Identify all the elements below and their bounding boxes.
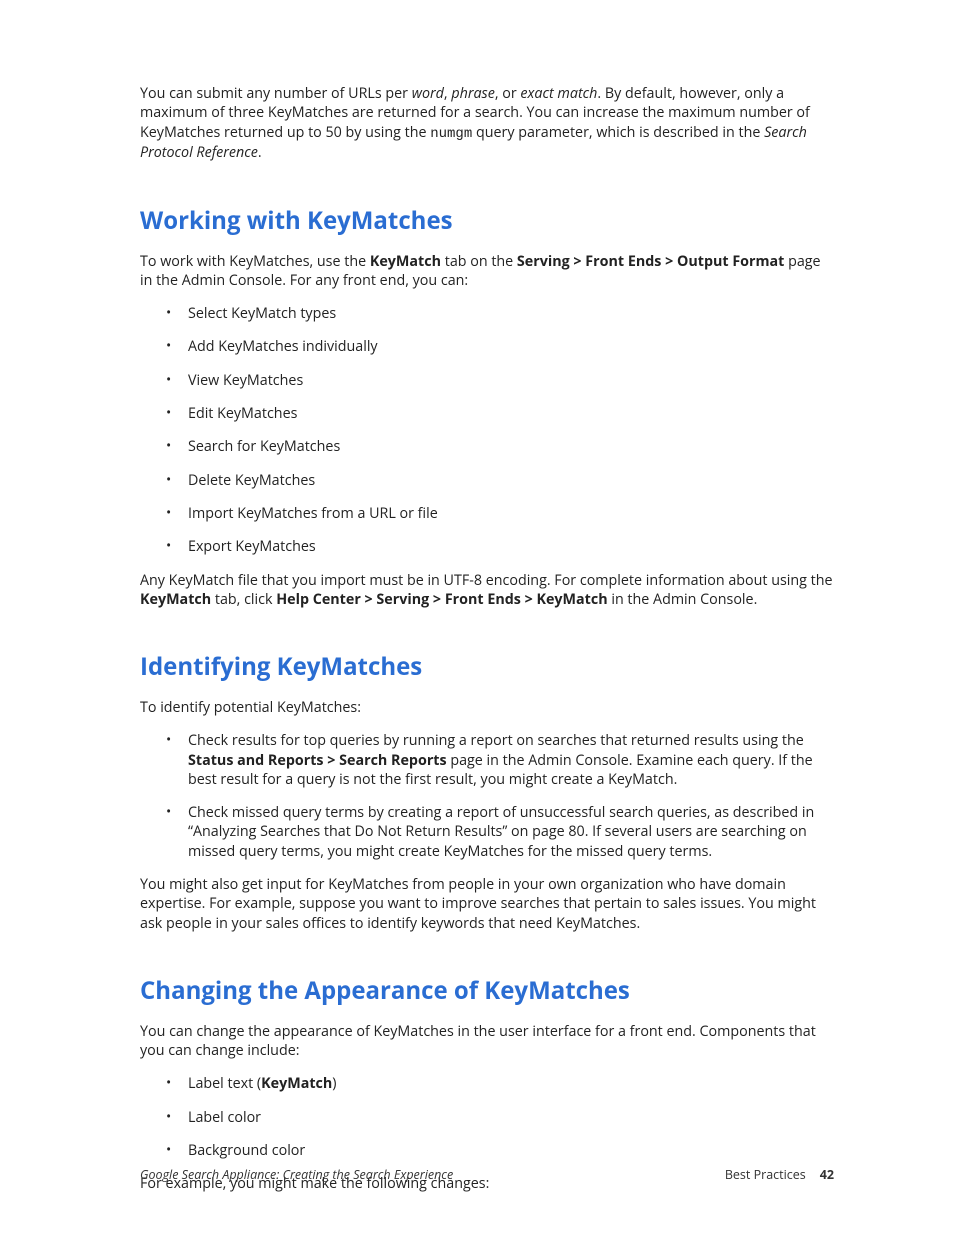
list-item: Export KeyMatches: [166, 537, 834, 556]
text: query parameter, which is described in t…: [472, 123, 764, 142]
working-note-paragraph: Any KeyMatch file that you import must b…: [140, 571, 834, 610]
text: ): [332, 1074, 336, 1093]
identifying-bullet-list: Check results for top queries by running…: [140, 731, 834, 861]
heading-working-with-keymatches: Working with KeyMatches: [140, 207, 834, 236]
footer-doc-title: Google Search Appliance: Creating the Se…: [140, 1166, 453, 1183]
identifying-note-paragraph: You might also get input for KeyMatches …: [140, 875, 834, 933]
heading-changing-appearance: Changing the Appearance of KeyMatches: [140, 977, 834, 1006]
list-item: Import KeyMatches from a URL or file: [166, 504, 834, 523]
working-intro-paragraph: To work with KeyMatches, use the KeyMatc…: [140, 252, 834, 291]
text: .: [258, 143, 262, 162]
text: tab on the: [441, 252, 517, 271]
list-item: Edit KeyMatches: [166, 404, 834, 423]
emphasis-exact-match: exact match: [520, 84, 597, 103]
document-page: You can submit any number of URLs per wo…: [0, 0, 954, 1235]
text: Label text (: [188, 1074, 261, 1093]
heading-identifying-keymatches: Identifying KeyMatches: [140, 653, 834, 682]
text: Check results for top queries by running…: [188, 731, 804, 750]
page-number: 42: [820, 1166, 834, 1183]
changing-intro-paragraph: You can change the appearance of KeyMatc…: [140, 1022, 834, 1061]
text: in the Admin Console.: [608, 590, 758, 609]
list-item: Search for KeyMatches: [166, 437, 834, 456]
text: , or: [495, 84, 521, 103]
emphasis-word: word: [412, 84, 444, 103]
list-item: Check results for top queries by running…: [166, 731, 834, 789]
identifying-intro-paragraph: To identify potential KeyMatches:: [140, 698, 834, 717]
text: Any KeyMatch file that you import must b…: [140, 571, 833, 590]
code-numgm: numgm: [430, 126, 472, 142]
list-item: Background color: [166, 1141, 834, 1160]
changing-bullet-list: Label text (KeyMatch) Label color Backgr…: [140, 1074, 834, 1160]
text: To work with KeyMatches, use the: [140, 252, 370, 271]
ui-path-serving: Serving > Front Ends > Output Format: [517, 252, 784, 271]
text: tab, click: [211, 590, 276, 609]
working-bullet-list: Select KeyMatch types Add KeyMatches ind…: [140, 304, 834, 556]
list-item: Label color: [166, 1108, 834, 1127]
list-item: Delete KeyMatches: [166, 471, 834, 490]
footer-section: Best Practices 42: [725, 1166, 834, 1183]
list-item: View KeyMatches: [166, 371, 834, 390]
ui-path-help-center: Help Center > Serving > Front Ends > Key…: [276, 590, 607, 609]
ui-term-keymatch: KeyMatch: [370, 252, 441, 271]
list-item: Check missed query terms by creating a r…: [166, 803, 834, 861]
list-item: Label text (KeyMatch): [166, 1074, 834, 1093]
ui-term-keymatch: KeyMatch: [140, 590, 211, 609]
ui-term-keymatch: KeyMatch: [261, 1074, 332, 1093]
intro-paragraph: You can submit any number of URLs per wo…: [140, 84, 834, 163]
ui-path-status-reports: Status and Reports > Search Reports: [188, 751, 447, 770]
emphasis-phrase: phrase: [451, 84, 495, 103]
list-item: Select KeyMatch types: [166, 304, 834, 323]
list-item: Add KeyMatches individually: [166, 337, 834, 356]
text: You can submit any number of URLs per: [140, 84, 412, 103]
page-footer: Google Search Appliance: Creating the Se…: [140, 1166, 834, 1183]
footer-section-label: Best Practices: [725, 1166, 806, 1183]
